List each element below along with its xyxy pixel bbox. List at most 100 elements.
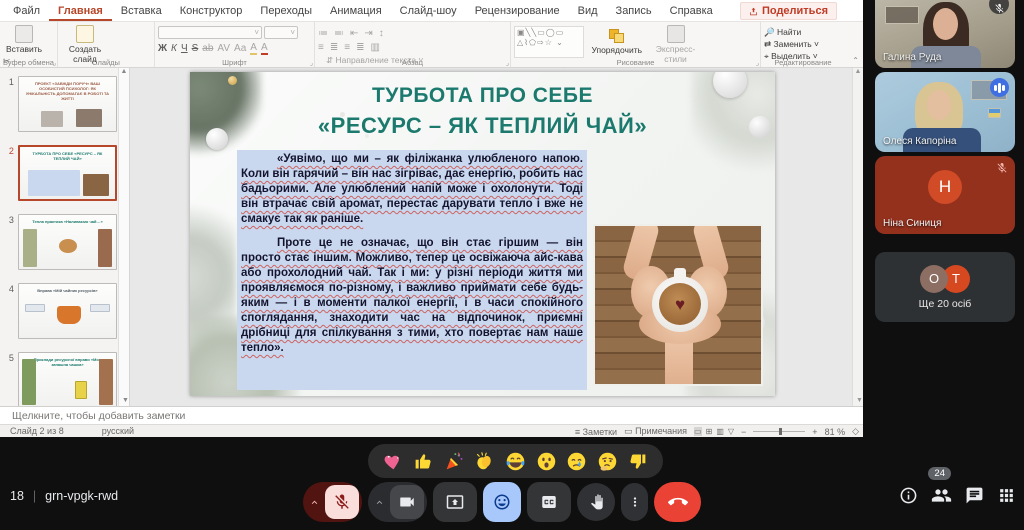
slideshow-button[interactable]: ▽ (728, 427, 734, 436)
subscript-button[interactable]: ab (202, 43, 213, 54)
tab-slideshow[interactable]: Слайд-шоу (391, 0, 466, 21)
align-right-icon[interactable]: ≡ (344, 42, 350, 53)
raise-hand-button[interactable] (577, 483, 615, 521)
tab-insert[interactable]: Вставка (112, 0, 171, 21)
captions-button[interactable] (527, 482, 571, 522)
slide-text-box[interactable]: «Уявімо, що ми – як філіжанка улюбленого… (237, 150, 587, 390)
tab-view[interactable]: Вид (569, 0, 607, 21)
paragraph-dialog-launcher[interactable]: ⌟ (506, 59, 509, 67)
font-size-select[interactable]: ˅ (264, 26, 298, 39)
font-name-select[interactable]: ˅ (158, 26, 262, 39)
participant-tile-1[interactable]: Галина Руда (875, 0, 1015, 68)
columns-icon[interactable]: ▥ (370, 42, 379, 53)
shapes-gallery[interactable]: ▣╲╲▭◯▭△⌇⬠⇨☆ ⌄ (514, 26, 584, 58)
notes-pane[interactable]: Щелкните, чтобы добавить заметки (0, 406, 863, 424)
slide-photo-hands-cup[interactable]: ♥ (593, 224, 763, 386)
tab-review[interactable]: Рецензирование (466, 0, 569, 21)
strikethrough-button[interactable]: S (192, 43, 199, 54)
tab-design[interactable]: Конструктор (171, 0, 252, 21)
thumbnail-slide-5[interactable]: 5 Приклади ресурсної вправи «Моя запашна… (4, 352, 117, 406)
reaction-party-icon[interactable] (443, 450, 466, 473)
camera-toggle-button[interactable] (390, 485, 424, 519)
change-case-button[interactable]: Aa (234, 43, 246, 54)
show-everyone-button[interactable] (931, 485, 952, 506)
activities-button[interactable] (997, 486, 1016, 505)
participant-tile-2[interactable]: Олеся Капоріна (875, 72, 1015, 152)
clipboard-dialog-launcher[interactable]: ⌟ (53, 59, 56, 67)
reaction-clap-icon[interactable] (473, 450, 496, 473)
reaction-cry-icon[interactable] (565, 450, 588, 473)
align-left-icon[interactable]: ≡ (318, 42, 324, 53)
thumbnail-slide-1[interactable]: 1 ПРОЕКТ «ЗАВЖДИ ПОРУЧ» ВАШ ОСОБИСТИЙ ПС… (4, 76, 117, 132)
thumbnail-slide-2-selected[interactable]: 2 ТУРБОТА ПРО СЕБЕ «РЕСУРС – ЯК ТЕПЛИЙ Ч… (4, 145, 117, 201)
more-participants-tile[interactable]: О Т Ще 20 осіб (875, 252, 1015, 322)
meeting-details-button[interactable] (899, 486, 918, 505)
underline-button[interactable]: Ч (181, 43, 188, 54)
editing-caption: Редактирование (761, 58, 845, 67)
font-dialog-launcher[interactable]: ⌟ (310, 59, 313, 67)
align-center-icon[interactable]: ≣ (330, 42, 338, 53)
comments-toggle[interactable]: ▭ Примечания (624, 426, 687, 437)
present-screen-button[interactable] (433, 482, 477, 522)
share-button[interactable]: Поделиться (740, 2, 837, 20)
reaction-thumbs-down-icon[interactable] (626, 450, 649, 473)
chat-button[interactable] (965, 486, 984, 505)
slide-title[interactable]: ТУРБОТА ПРО СЕБЕ «РЕСУРС – ЯК ТЕПЛИЙ ЧАЙ… (250, 84, 715, 139)
paste-button[interactable]: Вставить (3, 24, 45, 54)
reaction-heart-icon[interactable] (382, 450, 405, 473)
mic-options-chevron[interactable] (303, 497, 325, 508)
present-screen-icon (446, 493, 464, 511)
zoom-slider-knob[interactable] (779, 428, 782, 435)
char-spacing-button[interactable]: AV (217, 43, 230, 54)
tab-animations[interactable]: Анимация (321, 0, 391, 21)
more-options-button[interactable] (621, 483, 648, 521)
reaction-laugh-icon[interactable] (504, 450, 527, 473)
font-color-button[interactable]: А (261, 42, 268, 55)
tab-home[interactable]: Главная (49, 0, 112, 21)
thumbnail-scrollbar[interactable]: ▲▼ (118, 68, 129, 406)
tab-help[interactable]: Справка (661, 0, 722, 21)
tab-transitions[interactable]: Переходы (251, 0, 321, 21)
replace-button[interactable]: ⇄ Заменить ˅ (764, 39, 819, 50)
thumbnail-slide-3[interactable]: 3 Тепла практика «Наливаємо чай…» (4, 214, 117, 270)
reading-view-button[interactable]: ▥ (716, 427, 724, 436)
zoom-out-button[interactable]: − (741, 427, 746, 437)
collapse-ribbon-icon[interactable]: ⌃ (852, 56, 859, 65)
slide-scrollbar[interactable]: ▲▼ (852, 68, 863, 406)
proofing-language[interactable]: русский (102, 426, 134, 436)
tab-record[interactable]: Запись (607, 0, 661, 21)
line-spacing-icon[interactable]: ↕ (379, 28, 384, 39)
normal-view-button[interactable]: ▭ (694, 427, 702, 436)
camera-options-chevron[interactable] (368, 497, 390, 508)
drawing-dialog-launcher[interactable]: ⌟ (756, 59, 759, 67)
numbering-icon[interactable]: ≕ (334, 28, 344, 39)
bold-button[interactable]: Ж (158, 43, 167, 54)
reactions-button-active[interactable] (483, 482, 521, 522)
slide-sorter-view-button[interactable]: ⊞ (706, 427, 713, 436)
justify-icon[interactable]: ≣ (356, 42, 364, 53)
participant-tile-3[interactable]: Н Ніна Синиця (875, 156, 1015, 234)
reaction-thinking-icon[interactable] (596, 450, 619, 473)
mic-mute-button[interactable] (325, 485, 359, 519)
divider: | (33, 489, 36, 503)
zoom-in-button[interactable]: + (812, 427, 817, 437)
reaction-thumbs-up-icon[interactable] (412, 450, 435, 473)
slide[interactable]: ТУРБОТА ПРО СЕБЕ «РЕСУРС – ЯК ТЕПЛИЙ ЧАЙ… (190, 72, 775, 396)
find-button[interactable]: 🔎 Найти (764, 27, 819, 38)
bullets-icon[interactable]: ≔ (318, 28, 328, 39)
paragraph-caption: Абзац (315, 58, 510, 67)
italic-button[interactable]: К (171, 43, 177, 54)
notes-toggle[interactable]: ≡ Заметки (575, 427, 617, 437)
screen: Файл Главная Вставка Конструктор Переход… (0, 0, 1024, 530)
tab-file[interactable]: Файл (4, 0, 49, 21)
highlight-color-button[interactable]: А (250, 42, 257, 55)
indent-increase-icon[interactable]: ⇥ (364, 28, 372, 39)
arrange-button[interactable]: Упорядочить (588, 27, 645, 55)
end-call-button[interactable] (654, 482, 701, 522)
coffee-surface: ♥ (659, 283, 701, 325)
reaction-wow-icon[interactable] (535, 450, 558, 473)
fit-to-window-button[interactable]: ◇ (852, 426, 859, 437)
indent-decrease-icon[interactable]: ⇤ (350, 28, 358, 39)
thumbnail-slide-4[interactable]: 4 Вправа «Мій чайник ресурсів» (4, 283, 117, 339)
zoom-slider[interactable] (753, 431, 805, 432)
